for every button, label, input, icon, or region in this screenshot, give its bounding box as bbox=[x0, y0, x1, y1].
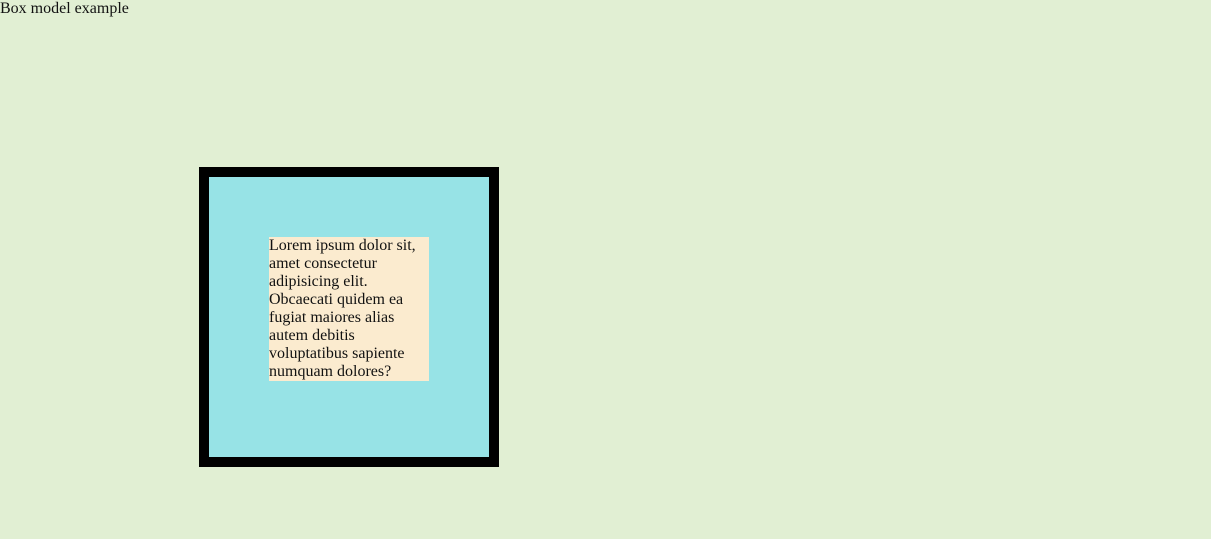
box-model-container: Lorem ipsum dolor sit, amet consectetur … bbox=[199, 167, 499, 467]
page-title: Box model example bbox=[0, 0, 129, 17]
box-content-text: Lorem ipsum dolor sit, amet consectetur … bbox=[269, 237, 429, 381]
